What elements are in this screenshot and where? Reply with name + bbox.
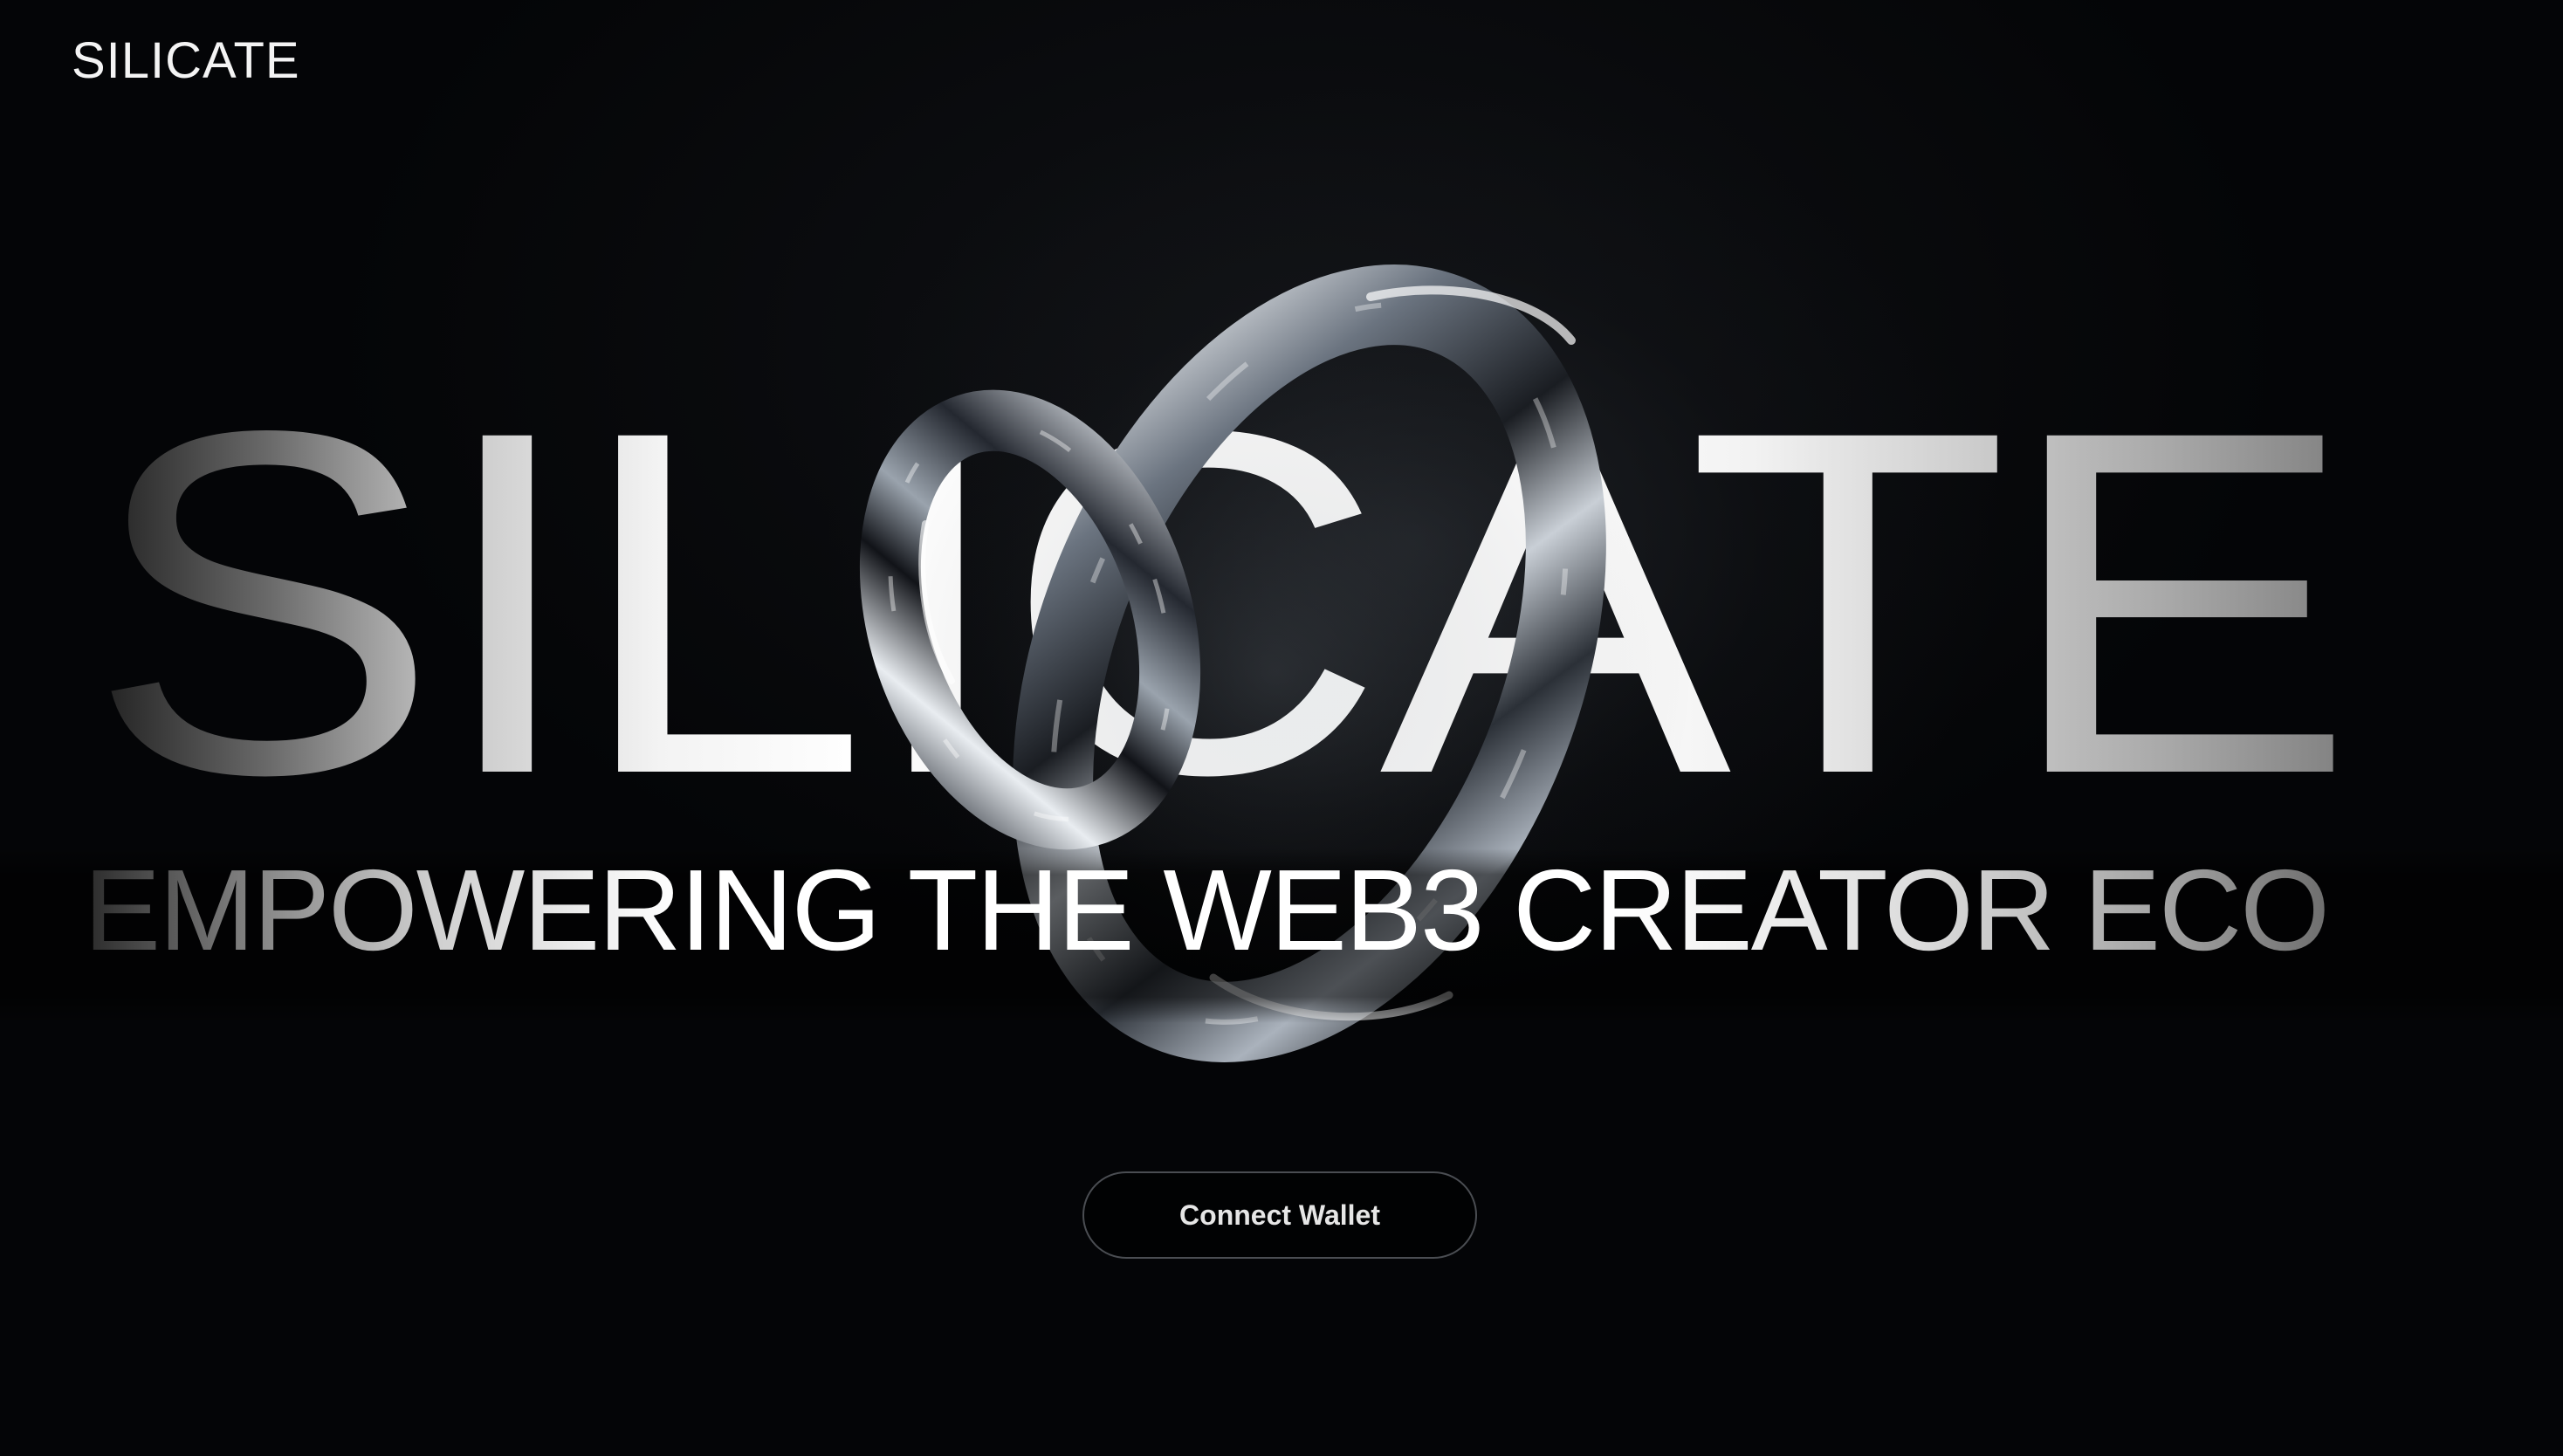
connect-wallet-button[interactable]: Connect Wallet: [1082, 1171, 1477, 1259]
hero-tagline: EMPOWERING THE WEB3 CREATOR ECO: [84, 845, 2563, 976]
site-logo[interactable]: SILICATE: [72, 31, 300, 90]
